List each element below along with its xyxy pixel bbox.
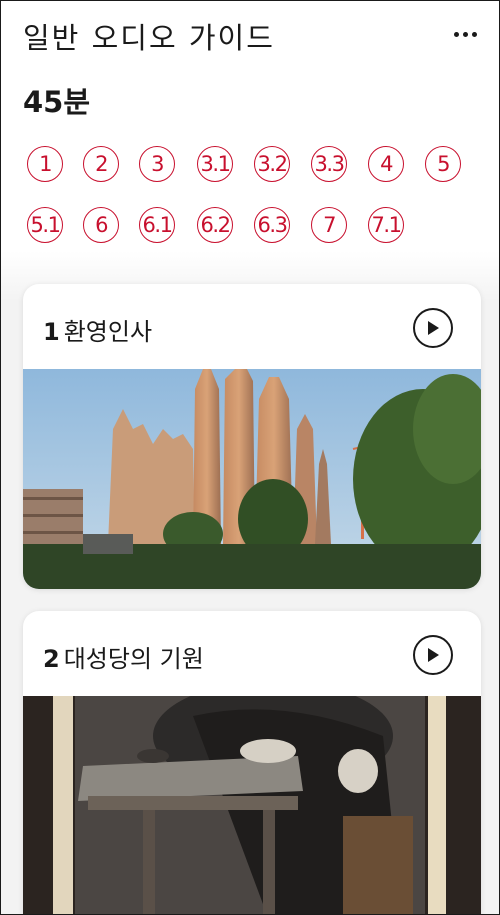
chapter-chip-3-3[interactable]: 3.3	[311, 146, 347, 182]
chapter-chip-6-1[interactable]: 6.1	[139, 207, 175, 243]
chapter-chip-3-1[interactable]: 3.1	[197, 146, 233, 182]
chapter-chip-7[interactable]: 7	[311, 207, 347, 243]
chapter-chip-2[interactable]: 2	[83, 146, 119, 182]
painting-image	[23, 681, 481, 914]
audio-card-origins[interactable]: 2 대성당의 기원	[23, 611, 481, 914]
chapter-chip-6[interactable]: 6	[83, 207, 119, 243]
screen: 일반 오디오 가이드 45분 1 2 3 3.1 3.2 3.3 4 5 5.1…	[0, 0, 500, 915]
chapter-chip-6-3[interactable]: 6.3	[254, 207, 290, 243]
page-title: 일반 오디오 가이드	[23, 21, 275, 55]
card-title: 2 대성당의 기원	[43, 639, 204, 674]
card-title-text: 대성당의 기원	[63, 645, 204, 673]
chapter-chip-5-1[interactable]: 5.1	[27, 207, 63, 243]
chapter-chip-5[interactable]: 5	[425, 146, 461, 182]
chapter-chip-3-2[interactable]: 3.2	[254, 146, 290, 182]
chapter-chip-3[interactable]: 3	[139, 146, 175, 182]
play-icon[interactable]	[413, 308, 453, 348]
chapter-chip-4[interactable]: 4	[368, 146, 404, 182]
card-title-text: 환영인사	[63, 318, 153, 346]
chapter-chip-1[interactable]: 1	[27, 146, 63, 182]
sagrada-familia-image	[23, 369, 481, 589]
more-options-icon[interactable]	[451, 19, 479, 49]
chapter-chip-6-2[interactable]: 6.2	[197, 207, 233, 243]
card-title: 1 환영인사	[43, 312, 152, 347]
chapter-chip-7-1[interactable]: 7.1	[368, 207, 404, 243]
card-number: 2	[43, 645, 60, 673]
play-icon[interactable]	[413, 635, 453, 675]
audio-card-welcome[interactable]: 1 환영인사	[23, 284, 481, 589]
duration-label: 45분	[23, 85, 91, 119]
card-number: 1	[43, 318, 60, 346]
